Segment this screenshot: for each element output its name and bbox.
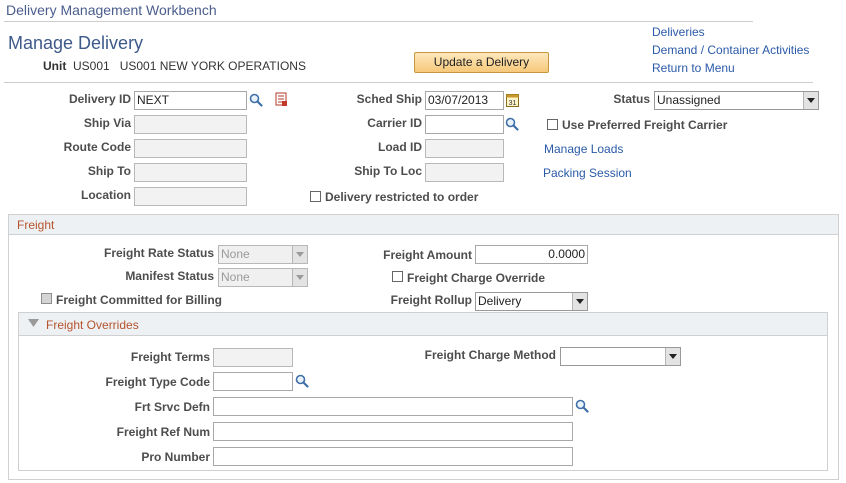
chevron-down-icon <box>803 92 818 109</box>
freight-overrides-header[interactable]: Freight Overrides <box>19 313 827 336</box>
manifest-status-select[interactable]: None <box>218 268 308 287</box>
load-id-label: Load ID <box>378 140 422 154</box>
pro-number-input[interactable] <box>213 447 573 466</box>
ship-via-input[interactable] <box>134 115 247 134</box>
status-select[interactable]: Unassigned <box>654 91 819 110</box>
use-preferred-carrier-checkbox[interactable] <box>547 119 558 130</box>
magnifier-icon[interactable] <box>295 374 309 388</box>
demand-container-link[interactable]: Demand / Container Activities <box>652 43 809 57</box>
delivery-restricted-checkbox[interactable] <box>310 191 321 202</box>
freight-ref-num-label: Freight Ref Num <box>116 425 210 439</box>
carrier-id-label: Carrier ID <box>367 116 422 130</box>
freight-charge-method-label: Freight Charge Method <box>424 348 556 362</box>
app-title: Delivery Management Workbench <box>6 2 217 18</box>
freight-rollup-select[interactable]: Delivery <box>475 292 588 311</box>
magnifier-icon[interactable] <box>505 117 519 131</box>
freight-terms-label: Freight Terms <box>130 350 210 364</box>
frt-srvc-defn-input[interactable] <box>213 397 573 416</box>
ship-to-input[interactable] <box>134 163 247 182</box>
pro-number-label: Pro Number <box>141 450 210 464</box>
status-select-value: Unassigned <box>657 93 721 107</box>
freight-section-header: Freight <box>9 215 838 235</box>
ship-to-loc-input[interactable] <box>425 163 504 182</box>
load-id-input[interactable] <box>425 139 504 158</box>
packing-session-link[interactable]: Packing Session <box>543 166 632 180</box>
magnifier-icon[interactable] <box>249 93 263 107</box>
freight-rate-status-label: Freight Rate Status <box>103 246 214 260</box>
unit-label: Unit <box>43 59 67 73</box>
manifest-status-value: None <box>221 270 250 284</box>
svg-text:31: 31 <box>509 100 517 107</box>
route-code-label: Route Code <box>63 140 131 154</box>
use-preferred-carrier-label: Use Preferred Freight Carrier <box>562 118 728 132</box>
return-to-menu-link[interactable]: Return to Menu <box>652 61 735 75</box>
delivery-id-input[interactable]: NEXT <box>134 91 247 110</box>
freight-type-code-label: Freight Type Code <box>105 375 210 389</box>
frt-srvc-defn-label: Frt Srvc Defn <box>134 400 210 414</box>
freight-rate-status-select[interactable]: None <box>218 245 308 264</box>
magnifier-icon[interactable] <box>575 399 589 413</box>
freight-rate-status-value: None <box>221 247 250 261</box>
ship-to-loc-label: Ship To Loc <box>354 164 422 178</box>
document-detail-icon[interactable] <box>275 92 288 107</box>
header-divider <box>4 82 813 83</box>
freight-type-code-input[interactable] <box>213 372 293 391</box>
freight-charge-method-select[interactable] <box>560 347 681 366</box>
ship-to-label: Ship To <box>87 164 131 178</box>
deliveries-link[interactable]: Deliveries <box>652 25 705 39</box>
delivery-id-label: Delivery ID <box>68 92 131 106</box>
freight-ref-num-input[interactable] <box>213 422 573 441</box>
title-divider <box>4 21 753 22</box>
location-input[interactable] <box>134 187 247 206</box>
manage-loads-link[interactable]: Manage Loads <box>544 142 623 156</box>
freight-overrides-title: Freight Overrides <box>46 318 139 332</box>
delivery-restricted-label: Delivery restricted to order <box>325 190 479 204</box>
freight-terms-input[interactable] <box>213 348 293 367</box>
ship-via-label: Ship Via <box>83 116 131 130</box>
freight-charge-override-checkbox[interactable] <box>392 271 403 282</box>
route-code-input[interactable] <box>134 139 247 158</box>
chevron-down-icon <box>292 246 307 263</box>
freight-committed-billing-checkbox[interactable] <box>41 293 52 304</box>
freight-rollup-value: Delivery <box>478 294 522 308</box>
freight-amount-label: Freight Amount <box>383 248 472 262</box>
chevron-down-icon <box>665 348 680 365</box>
freight-charge-override-label: Freight Charge Override <box>407 271 546 285</box>
chevron-down-icon <box>572 293 587 310</box>
freight-section-title: Freight <box>17 218 55 232</box>
freight-committed-billing-label: Freight Committed for Billing <box>56 293 222 307</box>
freight-rollup-label: Freight Rollup <box>390 293 472 307</box>
manifest-status-label: Manifest Status <box>125 269 214 283</box>
calendar-icon[interactable]: 31 <box>506 93 519 107</box>
page-title: Manage Delivery <box>8 33 144 53</box>
unit-value: US001 US001 NEW YORK OPERATIONS <box>73 59 306 73</box>
location-label: Location <box>81 188 131 202</box>
chevron-down-icon <box>292 269 307 286</box>
sched-ship-label: Sched Ship <box>356 92 422 106</box>
sched-ship-input[interactable]: 03/07/2013 <box>425 91 504 110</box>
freight-amount-input[interactable]: 0.0000 <box>475 245 588 264</box>
triangle-down-icon[interactable] <box>28 319 39 328</box>
update-delivery-button[interactable]: Update a Delivery <box>414 52 549 73</box>
carrier-id-input[interactable] <box>425 115 504 134</box>
status-label: Status <box>613 92 650 106</box>
unit-value-text: US001 US001 NEW YORK OPERATIONS <box>73 59 306 73</box>
